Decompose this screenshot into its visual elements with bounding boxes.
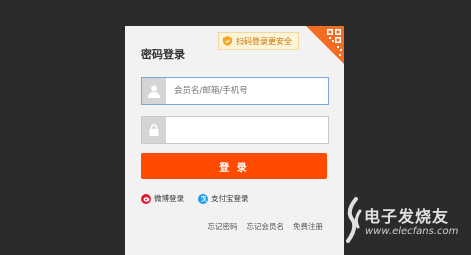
user-icon-box — [142, 78, 166, 104]
qr-code-icon[interactable] — [306, 26, 344, 64]
login-panel: 密码登录 扫码登录更安全 会员名/邮箱/手机号 登 录 微博登录 支付宝登录 忘… — [125, 26, 344, 255]
alipay-login-link[interactable]: 支付宝登录 — [198, 193, 249, 204]
lock-icon — [149, 124, 159, 136]
weibo-icon — [141, 193, 151, 204]
qr-login-tip[interactable]: 扫码登录更安全 — [218, 32, 299, 50]
watermark: 电子发烧友 www.elecfans.com — [330, 195, 470, 251]
elecfans-logo — [346, 197, 362, 243]
lock-icon-box — [142, 117, 166, 143]
qr-tip-text: 扫码登录更安全 — [236, 36, 292, 46]
shield-icon — [223, 36, 232, 46]
watermark-url: www.elecfans.com — [365, 226, 459, 237]
password-field[interactable] — [141, 116, 329, 144]
watermark-text: 电子发烧友 — [364, 207, 450, 226]
login-button[interactable]: 登 录 — [141, 153, 327, 179]
page-title: 密码登录 — [141, 48, 185, 61]
register-link[interactable]: 免费注册 — [293, 221, 323, 232]
weibo-login-link[interactable]: 微博登录 — [141, 193, 184, 204]
weibo-login-label: 微博登录 — [154, 194, 184, 203]
forgot-username-link[interactable]: 忘记会员名 — [247, 221, 285, 232]
user-icon — [148, 85, 160, 98]
forgot-password-link[interactable]: 忘记密码 — [208, 221, 238, 232]
password-input[interactable] — [166, 118, 328, 142]
username-input[interactable] — [166, 79, 328, 103]
username-field[interactable] — [141, 77, 329, 105]
footer-links: 忘记密码 忘记会员名 免费注册 — [208, 221, 324, 232]
alipay-login-label: 支付宝登录 — [211, 194, 249, 203]
alipay-icon — [198, 193, 208, 204]
